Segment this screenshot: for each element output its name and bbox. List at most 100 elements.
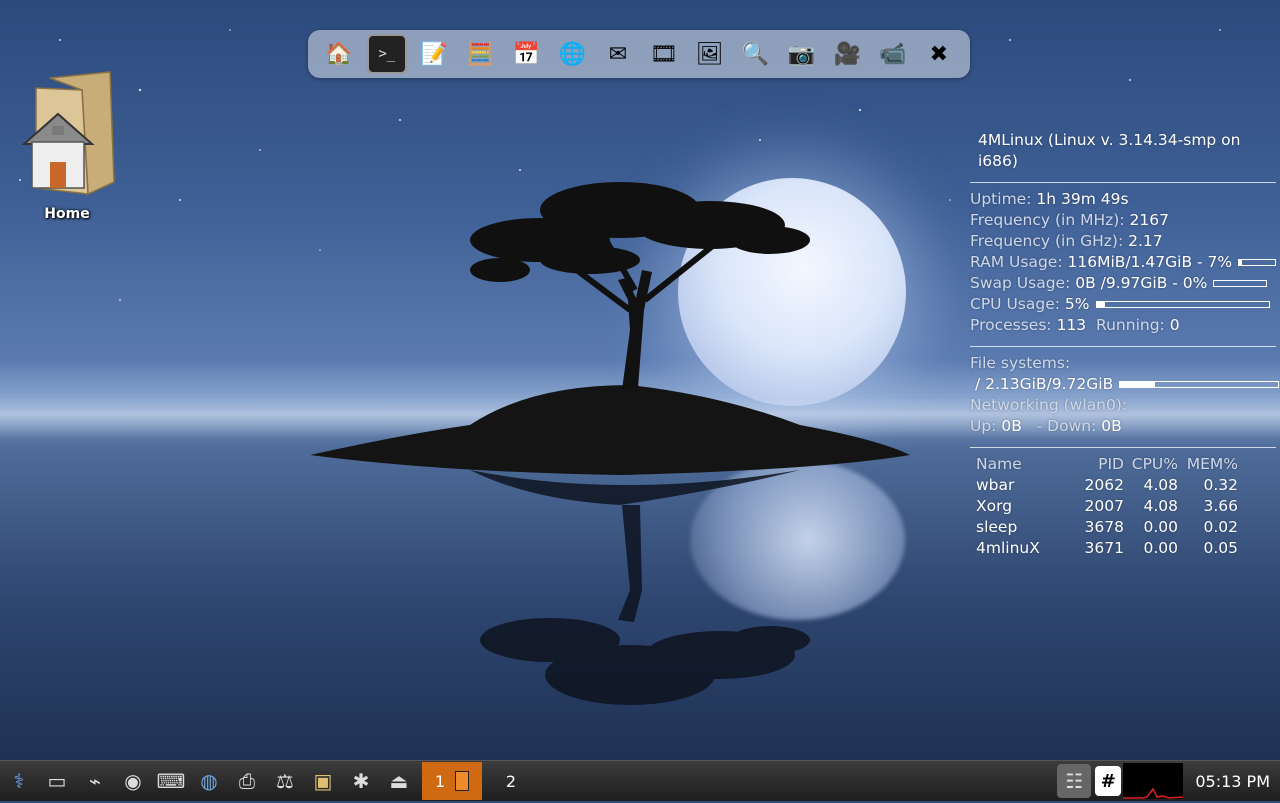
- process-mem: 0.02: [1203, 518, 1238, 536]
- camera-icon[interactable]: 📷: [783, 36, 819, 72]
- running-label: Running:: [1096, 316, 1165, 334]
- cpu-usage-bar: [1095, 301, 1270, 308]
- process-name: Xorg: [976, 497, 1013, 515]
- networking-row: Networking (wlan0):: [970, 395, 1276, 416]
- swap-usage-bar: [1213, 280, 1268, 287]
- globe-icon[interactable]: ◍: [192, 764, 226, 798]
- processes-value: 113: [1056, 316, 1087, 334]
- swap-usage-row: Swap Usage: 0B /9.97GiB - 0%: [970, 273, 1276, 294]
- tree-island-silhouette: [310, 182, 910, 705]
- filesystems-label: File systems:: [970, 354, 1071, 372]
- process-pid: 3671: [1084, 539, 1124, 557]
- root-filesystem-value: / 2.13GiB/9.72GiB: [974, 375, 1114, 393]
- process-name: wbar: [976, 476, 1015, 494]
- calendar-tray-icon[interactable]: #: [1095, 766, 1122, 796]
- process-mem: 0.05: [1203, 539, 1238, 557]
- network-traffic-row: Up: 0B - Down: 0B: [970, 416, 1276, 437]
- process-cpu: 0.00: [1143, 518, 1178, 536]
- cpu-graph-line: [1123, 787, 1184, 799]
- webcam-icon[interactable]: 📹: [875, 36, 911, 72]
- upload-label: Up:: [970, 417, 997, 435]
- display-settings-icon[interactable]: ▣: [306, 764, 340, 798]
- mail-icon[interactable]: ✉: [600, 36, 636, 72]
- process-name: 4mlinuX: [976, 539, 1040, 557]
- printer-icon[interactable]: ⎙: [230, 764, 264, 798]
- swap-usage-label: Swap Usage:: [970, 274, 1071, 292]
- video-camera-icon[interactable]: 🎥: [829, 36, 865, 72]
- ram-usage-bar: [1238, 259, 1277, 266]
- system-monitor-panel: 4MLinux (Linux v. 3.14.34-smp on i686) U…: [970, 130, 1280, 559]
- processes-label: Processes:: [970, 316, 1052, 334]
- root-filesystem-bar: [1119, 381, 1280, 388]
- col-name: Name: [976, 455, 1022, 473]
- calendar-icon[interactable]: 📅: [508, 36, 544, 72]
- running-value: 0: [1169, 316, 1180, 334]
- home-folder-icon[interactable]: 🏠: [321, 36, 357, 72]
- usb-drive-icon[interactable]: ⌁: [78, 764, 112, 798]
- keyboard-icon[interactable]: ⌨: [154, 764, 188, 798]
- calculator-icon[interactable]: 🧮: [462, 36, 498, 72]
- system-tray: ☷ # 05:13 PM: [1055, 761, 1280, 801]
- download-value: 0B: [1101, 417, 1122, 435]
- processes-row: Processes: 113 Running: 0: [970, 315, 1276, 336]
- window-thumbnail: [455, 771, 470, 791]
- text-editor-icon[interactable]: 📝: [417, 36, 453, 72]
- uptime-label: Uptime:: [970, 190, 1032, 208]
- desktop-home-icon[interactable]: Home: [21, 70, 115, 222]
- process-pid: 2007: [1084, 497, 1124, 515]
- cpu-graph[interactable]: [1123, 763, 1184, 799]
- col-pid: PID: [1098, 455, 1124, 473]
- taskbar: ⚕ ▭ ⌁ ◉ ⌨ ◍ ⎙ ⚖ ▣ ✱ ⏏ 1 2 ☷ # 05:13 PM: [0, 760, 1280, 801]
- scanner-icon[interactable]: ▭: [40, 764, 74, 798]
- web-browser-icon[interactable]: 🌐: [554, 36, 590, 72]
- filesystems-row: File systems:: [970, 353, 1276, 374]
- divider: [970, 447, 1276, 448]
- root-filesystem-row: / 2.13GiB/9.72GiB: [970, 374, 1280, 395]
- desktop-1-label: 1: [434, 771, 446, 791]
- process-pid: 2062: [1084, 476, 1124, 494]
- bluetooth-icon[interactable]: ✱: [344, 764, 378, 798]
- cpu-usage-value: 5%: [1064, 295, 1090, 313]
- process-name: sleep: [976, 518, 1018, 536]
- tray-hash-label: #: [1100, 770, 1116, 792]
- uptime-row: Uptime: 1h 39m 49s: [970, 189, 1276, 210]
- speaker-icon[interactable]: ◉: [116, 764, 150, 798]
- search-icon[interactable]: 🔍: [738, 36, 774, 72]
- scale-icon[interactable]: ⚖: [268, 764, 302, 798]
- mixer-icon[interactable]: ☷: [1057, 764, 1092, 798]
- process-mem: 0.32: [1203, 476, 1238, 494]
- frequency-mhz-value: 2167: [1129, 211, 1169, 229]
- desktop-switch-1[interactable]: 1: [422, 762, 482, 800]
- close-x-icon[interactable]: ✖: [921, 36, 957, 72]
- process-table: Name PID CPU% MEM% wbar 2062 4.08 0.32 X…: [970, 454, 1276, 559]
- cpu-usage-row: CPU Usage: 5%: [970, 294, 1276, 315]
- desktop-switch-2[interactable]: 2: [482, 762, 540, 800]
- swap-usage-value: 0B /9.97GiB - 0%: [1075, 274, 1208, 292]
- process-cpu: 4.08: [1143, 476, 1178, 494]
- media-player-icon[interactable]: 🎞: [646, 36, 682, 72]
- process-cpu: 0.00: [1143, 539, 1178, 557]
- root-filesystem-bar-fill: [1120, 382, 1155, 387]
- frequency-ghz-value: 2.17: [1128, 232, 1163, 250]
- uptime-value: 1h 39m 49s: [1036, 190, 1129, 208]
- download-label: - Down:: [1036, 417, 1097, 435]
- home-icon-label: Home: [44, 206, 90, 222]
- cpu-usage-label: CPU Usage:: [970, 295, 1060, 313]
- system-header: 4MLinux (Linux v. 3.14.34-smp on i686): [978, 131, 1241, 170]
- start-menu-icon[interactable]: ⚕: [2, 764, 36, 798]
- home-folder-icon: [21, 71, 115, 196]
- process-pid: 3678: [1084, 518, 1124, 536]
- ram-usage-label: RAM Usage:: [970, 253, 1063, 271]
- process-cpu: 4.08: [1143, 497, 1178, 515]
- ram-usage-value: 116MiB/1.47GiB - 7%: [1067, 253, 1233, 271]
- clock[interactable]: 05:13 PM: [1187, 772, 1280, 791]
- process-table-header: Name PID CPU% MEM%: [970, 454, 1276, 475]
- terminal-icon[interactable]: >_: [366, 34, 407, 74]
- cpu-usage-bar-fill: [1096, 302, 1106, 307]
- table-row: sleep 3678 0.00 0.02: [970, 517, 1276, 538]
- image-viewer-icon[interactable]: 🖼: [692, 36, 728, 72]
- col-mem: MEM%: [1186, 455, 1238, 473]
- desktop-2-label: 2: [505, 771, 517, 791]
- eject-icon[interactable]: ⏏: [382, 764, 416, 798]
- divider: [970, 346, 1276, 347]
